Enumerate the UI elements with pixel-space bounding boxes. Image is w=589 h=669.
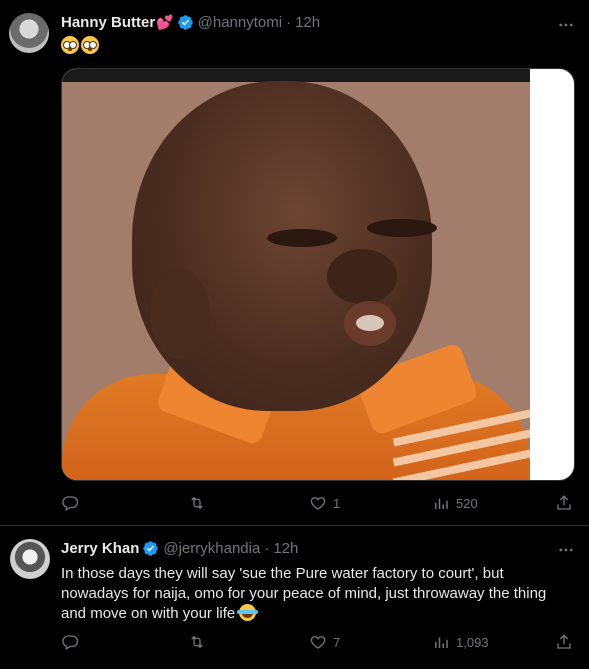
retweet-icon (191, 496, 203, 510)
like-count: 7 (333, 634, 341, 650)
verified-badge-icon (177, 15, 193, 30)
separator-dot: · (286, 14, 292, 31)
reply-icon (62, 496, 79, 511)
tweet-text-emojis (61, 36, 99, 54)
action-bar: 1 520 (61, 494, 575, 514)
flushed-face-icon (61, 36, 79, 54)
share-button[interactable] (555, 494, 573, 512)
tweet[interactable]: Hanny Butter 💕 @hannytomi · 12h 1 520 (0, 0, 589, 526)
tweet-header: Hanny Butter 💕 @hannytomi · 12h (61, 14, 320, 31)
verified-badge-icon (143, 541, 159, 556)
views-button[interactable]: 520 (432, 494, 478, 512)
views-icon (435, 498, 448, 509)
views-count: 520 (456, 495, 478, 511)
tweet-image[interactable] (61, 68, 575, 481)
avatar[interactable] (9, 13, 49, 53)
author-handle[interactable]: @hannytomi (198, 14, 282, 31)
reply-button[interactable] (61, 494, 85, 512)
photo (62, 69, 530, 480)
separator-dot: · (264, 540, 270, 557)
like-count: 1 (333, 495, 341, 511)
heart-icon (310, 497, 326, 510)
like-button[interactable]: 7 (309, 633, 340, 651)
views-icon (435, 637, 448, 648)
reply-icon (62, 635, 79, 650)
more-icon[interactable] (557, 541, 575, 559)
action-bar: 7 1,093 (61, 633, 575, 653)
like-button[interactable]: 1 (309, 494, 340, 512)
avatar[interactable] (10, 539, 50, 579)
flushed-face-icon (81, 36, 99, 54)
retweet-button[interactable] (188, 633, 212, 651)
author-handle[interactable]: @jerrykhandia (163, 540, 260, 557)
reply-button[interactable] (61, 633, 85, 651)
tweet-header: Jerry Khan @jerrykhandia · 12h (61, 540, 298, 557)
retweet-button[interactable] (188, 494, 212, 512)
author-name[interactable]: Hanny Butter (61, 14, 155, 31)
timestamp[interactable]: 12h (273, 540, 298, 557)
two-hearts-icon: 💕 (156, 14, 174, 30)
retweet-icon (191, 635, 203, 649)
views-count: 1,093 (456, 634, 489, 650)
more-icon[interactable] (557, 16, 575, 34)
share-button[interactable] (555, 633, 573, 651)
timestamp[interactable]: 12h (295, 14, 320, 31)
heart-icon (310, 636, 326, 649)
tweet-text-content: In those days they will say 'sue the Pur… (61, 565, 547, 622)
tweet[interactable]: Jerry Khan @jerrykhandia · 12h In those … (0, 527, 589, 669)
share-icon (557, 495, 571, 510)
tweet-text: In those days they will say 'sue the Pur… (61, 564, 575, 624)
views-button[interactable]: 1,093 (432, 633, 489, 651)
face-with-tears-of-joy-icon (237, 604, 259, 621)
author-name[interactable]: Jerry Khan (61, 540, 139, 557)
share-icon (557, 634, 571, 649)
